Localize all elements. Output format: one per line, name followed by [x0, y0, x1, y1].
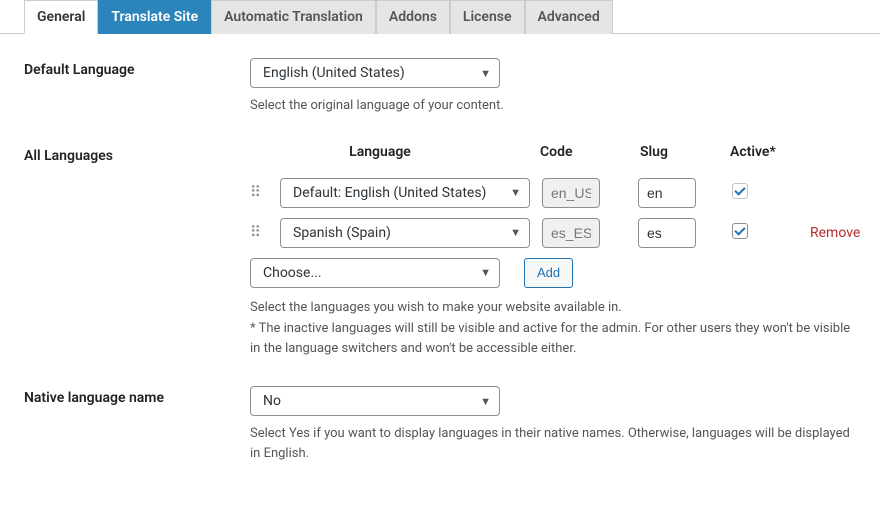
row-native-language-name: Native language name No ▼ Select Yes if … [24, 386, 856, 463]
code-input [542, 218, 600, 248]
select-choose-value: Choose... [263, 265, 322, 281]
helper-all-languages-1: Select the languages you wish to make yo… [250, 298, 860, 318]
drag-handle-icon[interactable]: ⠿ [250, 183, 260, 201]
row-default-language: Default Language English (United States)… [24, 58, 856, 116]
add-button[interactable]: Add [524, 258, 573, 288]
helper-default-language: Select the original language of your con… [250, 96, 856, 116]
tab-advanced[interactable]: Advanced [525, 0, 613, 34]
languages-table-header: Language Code Slug Active* [250, 144, 860, 160]
chevron-down-icon: ▼ [480, 395, 491, 408]
active-checkbox[interactable] [732, 223, 748, 239]
table-row-add: Choose... ▼ Add [250, 258, 860, 288]
drag-handle-icon[interactable]: ⠿ [250, 223, 260, 241]
helper-native-language-name: Select Yes if you want to display langua… [250, 424, 856, 463]
label-native-language-name: Native language name [24, 386, 250, 406]
table-row: ⠿ Default: English (United States) ▼ [250, 178, 860, 208]
select-language-row[interactable]: Default: English (United States) ▼ [280, 178, 530, 208]
languages-table: Language Code Slug Active* ⠿ Default: En… [250, 144, 860, 288]
helper-all-languages-2: * The inactive languages will still be v… [250, 319, 860, 358]
chevron-down-icon: ▼ [510, 226, 521, 239]
table-row: ⠿ Spanish (Spain) ▼ Remove [250, 218, 860, 248]
tab-translate-site[interactable]: Translate Site [98, 0, 211, 34]
select-language-row[interactable]: Spanish (Spain) ▼ [280, 218, 530, 248]
select-language-value: Default: English (United States) [293, 185, 486, 201]
select-default-language-value: English (United States) [263, 65, 405, 81]
tab-automatic-translation[interactable]: Automatic Translation [211, 0, 376, 34]
chevron-down-icon: ▼ [480, 266, 491, 279]
tab-general[interactable]: General [24, 0, 98, 34]
remove-link[interactable]: Remove [810, 225, 860, 241]
label-all-languages: All Languages [24, 144, 250, 164]
tabs-nav: General Translate Site Automatic Transla… [0, 0, 880, 34]
tab-license[interactable]: License [450, 0, 525, 34]
active-checkbox[interactable] [732, 183, 748, 199]
code-input [542, 178, 600, 208]
select-native-language-value: No [263, 393, 281, 409]
header-active: Active* [730, 144, 790, 160]
row-all-languages: All Languages Language Code Slug Active*… [24, 144, 856, 359]
tab-addons[interactable]: Addons [376, 0, 450, 34]
select-default-language[interactable]: English (United States) ▼ [250, 58, 500, 88]
slug-input[interactable] [638, 178, 696, 208]
select-choose-language[interactable]: Choose... ▼ [250, 258, 500, 288]
header-language: Language [280, 144, 540, 160]
header-code: Code [540, 144, 618, 160]
slug-input[interactable] [638, 218, 696, 248]
select-language-value: Spanish (Spain) [293, 225, 391, 241]
chevron-down-icon: ▼ [480, 67, 491, 80]
settings-content: Default Language English (United States)… [0, 33, 880, 463]
label-default-language: Default Language [24, 58, 250, 78]
select-native-language-name[interactable]: No ▼ [250, 386, 500, 416]
chevron-down-icon: ▼ [510, 186, 521, 199]
header-slug: Slug [636, 144, 712, 160]
